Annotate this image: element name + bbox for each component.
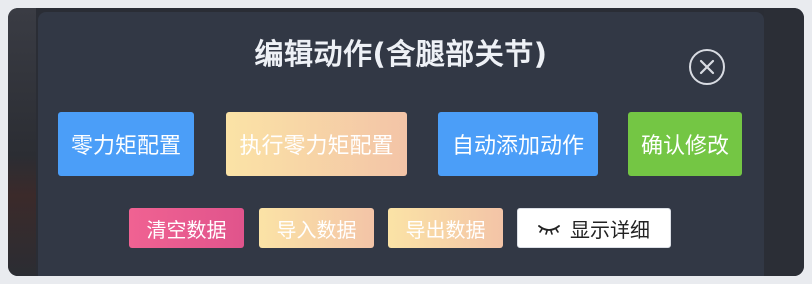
zero-torque-config-button[interactable]: 零力矩配置: [58, 112, 194, 176]
close-icon: [699, 59, 715, 75]
import-data-button[interactable]: 导入数据: [259, 208, 374, 248]
backdrop-left-panel: [8, 8, 36, 276]
confirm-edit-button[interactable]: 确认修改: [628, 112, 742, 176]
backdrop-right-panel: [764, 8, 804, 276]
show-details-button[interactable]: 显示详细: [517, 208, 671, 248]
dialog-title: 编辑动作(含腿部关节): [254, 37, 548, 71]
close-button[interactable]: [689, 49, 725, 85]
show-details-label: 显示详细: [570, 217, 650, 242]
execute-zero-torque-config-button[interactable]: 执行零力矩配置: [226, 112, 407, 176]
auto-add-action-button[interactable]: 自动添加动作: [438, 112, 598, 176]
closed-eye-icon: [538, 216, 560, 240]
edit-action-dialog: 编辑动作(含腿部关节) 零力矩配置 执行零力矩配置 自动添加动作 确认修改 清空…: [38, 12, 764, 276]
export-data-button[interactable]: 导出数据: [388, 208, 503, 248]
clear-data-button[interactable]: 清空数据: [129, 208, 244, 248]
app-frame: 编辑动作(含腿部关节) 零力矩配置 执行零力矩配置 自动添加动作 确认修改 清空…: [8, 8, 804, 276]
